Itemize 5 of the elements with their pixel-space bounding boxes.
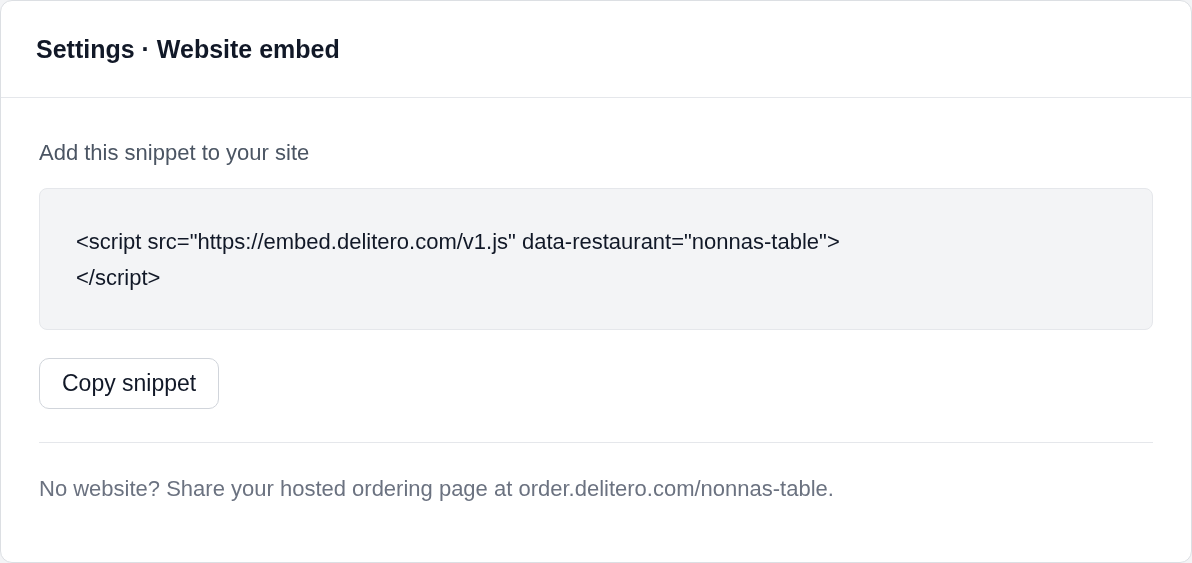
copy-button[interactable]: Copy snippet xyxy=(39,358,220,409)
code-snippet: <script src="https://embed.delitero.com/v1.js" data-restaurant="nonnas-table"> </script> xyxy=(39,188,1153,330)
snippet-label: Add this snippet to your site xyxy=(39,140,311,166)
card-title: Settings · Website embed xyxy=(36,34,340,64)
footer-note: No website? Share your hosted ordering page at order.delitero.com/nonnas-table. xyxy=(39,476,835,502)
